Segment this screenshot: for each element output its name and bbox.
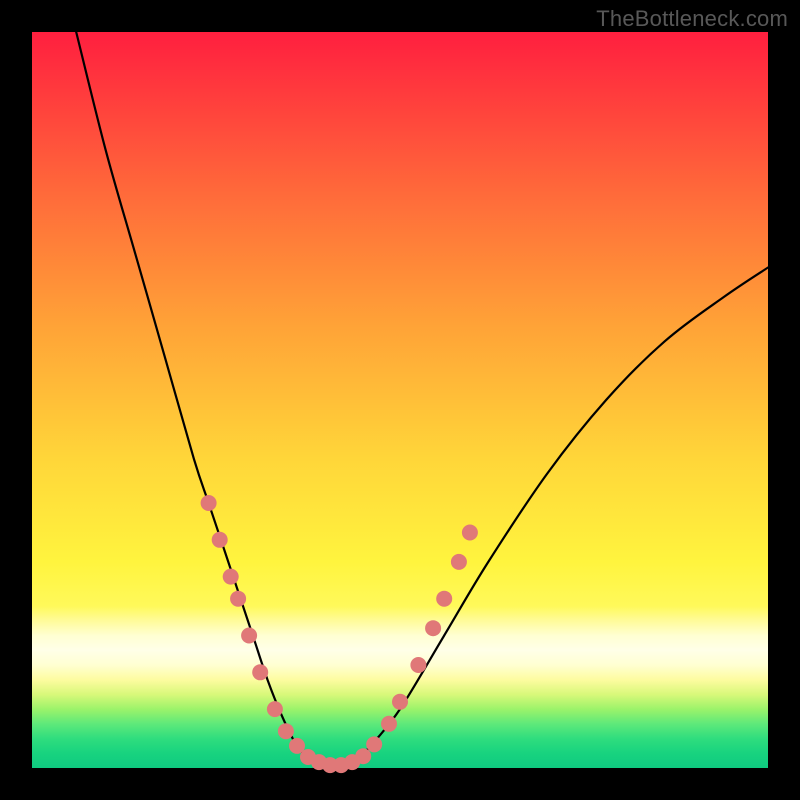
marker-dot [201,495,217,511]
marker-dot [436,591,452,607]
marker-dot [212,532,228,548]
marker-dot [267,701,283,717]
marker-dot [252,664,268,680]
marker-dot [366,736,382,752]
marker-dot [230,591,246,607]
marker-dot [392,694,408,710]
marker-dot [462,525,478,541]
marker-dot [241,628,257,644]
marker-dot [355,748,371,764]
marker-dot [425,620,441,636]
marker-dot [278,723,294,739]
plot-area [32,32,768,768]
marker-dot [381,716,397,732]
marker-dot [410,657,426,673]
watermark-text: TheBottleneck.com [596,6,788,32]
marker-dot [451,554,467,570]
curve-svg [32,32,768,768]
chart-frame: TheBottleneck.com [0,0,800,800]
marker-group [201,495,478,773]
marker-dot [223,569,239,585]
